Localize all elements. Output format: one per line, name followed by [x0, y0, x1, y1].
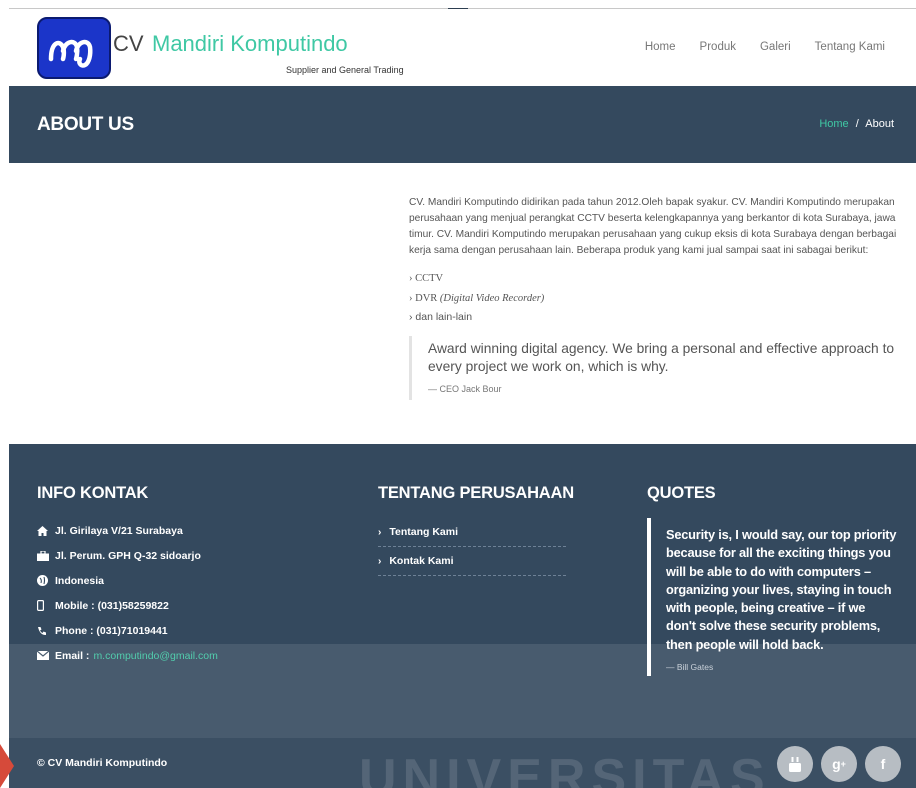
nav-tentang-kami[interactable]: Tentang Kami [815, 41, 885, 53]
contact-address-2: Jl. Perum. GPH Q-32 sidoarjo [37, 543, 218, 568]
breadcrumb-current: About [865, 118, 894, 130]
company-link-kontak-kami[interactable]: › Kontak Kami [378, 547, 566, 576]
mobile-icon [37, 600, 53, 611]
contact-heading: INFO KONTAK [37, 484, 149, 502]
edge-mark [0, 744, 14, 788]
product-item-other: › dan lain-lain [409, 311, 473, 323]
google-plus-icon[interactable]: g + [821, 746, 857, 782]
product-item-cctv: › CCTV [409, 273, 444, 284]
product-item-dvr-label: › DVR [409, 292, 440, 304]
social-links: g + f [777, 746, 901, 782]
product-list: › CCTV › DVR (Digital Video Recorder) › … [409, 269, 909, 328]
copyright: © CV Mandiri Komputindo [37, 757, 168, 769]
briefcase-icon [37, 550, 53, 561]
about-paragraph: CV. Mandiri Komputindo didirikan pada ta… [409, 197, 897, 256]
brand-name[interactable]: Mandiri Komputindo [152, 31, 348, 57]
logo-mark-icon [48, 39, 93, 68]
footer-quote-text: Security is, I would say, our top priori… [666, 527, 897, 652]
footer-overlay [9, 644, 916, 738]
page-title: ABOUT US [37, 114, 134, 135]
logo[interactable] [37, 17, 111, 79]
contact-country-text: Indonesia [55, 574, 105, 587]
nav-galeri[interactable]: Galeri [760, 41, 791, 53]
company-link-label: Tentang Kami [389, 526, 458, 538]
brand-prefix: CV [113, 31, 144, 56]
contact-address-2-text: Jl. Perum. GPH Q-32 sidoarjo [55, 549, 201, 562]
site-header: CV Mandiri Komputindo Supplier and Gener… [9, 9, 916, 86]
breadcrumb-home[interactable]: Home [819, 118, 848, 130]
chevron-right-icon: › [378, 555, 382, 567]
page-title-band: ABOUT US Home / About [9, 86, 916, 163]
contact-address-1: Jl. Girilaya V/21 Surabaya [37, 518, 218, 543]
youtube-icon[interactable] [777, 746, 813, 782]
company-links: › Tentang Kami › Kontak Kami [378, 518, 566, 576]
watermark: UNIVERSITAS [359, 749, 771, 788]
contact-country: Indonesia [37, 568, 218, 593]
nav-home[interactable]: Home [645, 41, 676, 53]
company-link-tentang-kami[interactable]: › Tentang Kami [378, 518, 566, 547]
phone-icon [37, 626, 53, 636]
tagline: Supplier and General Trading [286, 65, 404, 75]
contact-phone-text: Phone : (031)71019441 [55, 624, 168, 637]
breadcrumb-separator: / [855, 118, 859, 130]
contact-phone: Phone : (031)71019441 [37, 618, 218, 643]
nav-produk[interactable]: Produk [700, 41, 736, 53]
contact-mobile: Mobile : (031)58259822 [37, 593, 218, 618]
globe-icon [37, 575, 53, 586]
blockquote: Award winning digital agency. We bring a… [409, 335, 909, 400]
company-heading: TENTANG PERUSAHAAN [378, 484, 574, 502]
blockquote-author: — CEO Jack Bour [428, 383, 502, 394]
company-link-label: Kontak Kami [389, 555, 454, 567]
product-item-dvr: › DVR (Digital Video Recorder) [409, 289, 909, 309]
main-nav: Home Produk Galeri Tentang Kami [645, 41, 885, 53]
blockquote-text: Award winning digital agency. We bring a… [428, 340, 895, 374]
about-content: CV. Mandiri Komputindo didirikan pada ta… [409, 195, 909, 400]
contact-address-1-text: Jl. Girilaya V/21 Surabaya [55, 524, 183, 537]
home-icon [37, 525, 53, 536]
quotes-heading: QUOTES [647, 484, 716, 502]
facebook-icon[interactable]: f [865, 746, 901, 782]
bottom-bar: © CV Mandiri Komputindo UNIVERSITAS g + f [9, 738, 916, 788]
product-item-dvr-note: (Digital Video Recorder) [439, 292, 545, 304]
contact-mobile-text: Mobile : (031)58259822 [55, 599, 169, 612]
chevron-right-icon: › [378, 526, 382, 538]
breadcrumb: Home / About [819, 118, 894, 130]
